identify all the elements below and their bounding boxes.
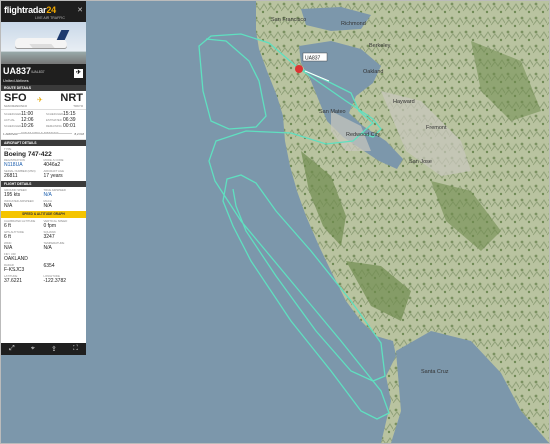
airline-logo-icon: ✈ [74,69,83,78]
field-squawk: SQUAWK 3247 [43,230,56,240]
map-label-san-francisco: San Francisco [271,17,306,23]
flightradar24-window: UA837 San Francisco Oakland San Mateo Sa… [0,0,550,444]
field-fir: FIR / UIR OAKLAND [4,252,28,262]
aircraft-photo[interactable] [1,22,86,64]
route-summary: SFO ✈ NRT SAN FRANCISCO TOKYO [1,91,86,110]
close-icon[interactable]: ✕ [77,6,83,14]
map-label-oakland: Oakland [363,69,384,75]
aircraft-photo-wing [29,44,55,48]
destination-code[interactable]: NRT [60,92,83,104]
map-label-santa-cruz: Santa Cruz [421,369,449,375]
brand-tagline: LIVE AIR TRAFFIC [35,16,65,20]
flight-header: UA837 /UAL837 United Airlines ✈ [1,64,86,85]
progress-right: 8,2 KM [74,132,84,136]
flightradar24-logo[interactable]: flightradar24 [4,5,56,15]
field-radar-id: 6354 [43,263,55,269]
speed-altitude-graph-button[interactable]: SPEED & ALTITUDE GRAPH [1,211,86,218]
map-label-richmond: Richmond [341,21,366,27]
field-wind: WIND N/A [4,241,13,251]
center-map-icon[interactable]: ⌖ [31,345,35,353]
field-gps-altitude: GPS ALTITUDE 6 ft [4,230,24,240]
share-icon[interactable]: ⇪ [51,345,57,353]
field-blank [44,252,84,263]
flight-progress: 1 ARRIVAL GREAT CIRCLE DISTANCE 8,2 KM [1,130,86,140]
field-mode-s: MODE-S CODE 4046a2 [43,158,64,168]
aircraft-marker-label: UA837 [305,56,321,62]
map-label-berkeley: Berkeley [369,43,391,49]
flight-callsign: /UAL837 [31,70,45,74]
field-true-airspeed[interactable]: TRUE AIRSPEED N/A [44,188,84,199]
field-registration[interactable]: REGISTRATION N118UA [4,158,44,169]
progress-bar [15,133,72,134]
map-label-san-jose: San Jose [409,159,432,165]
flight-info-panel: flightradar24 LIVE AIR TRAFFIC ✕ UA837 /… [1,1,86,355]
panel-footer-toolbar: ⤢ ⌖ ⇪ ⛶ [1,343,86,355]
field-indicated-airspeed: INDICATED AIRSPEED N/A [4,199,34,209]
field-age: AIRCRAFT AGE 17 years [43,169,64,179]
airline-name: United Airlines [3,78,29,83]
aircraft-fields: REGISTRATION N118UA MODE-S CODE 4046a2 SER… [1,157,86,181]
field-calibrated-altitude: CALIBRATED ALTITUDE 6 ft [4,219,36,229]
fullscreen-icon[interactable]: ⛶ [73,345,78,353]
time-table: SCHEDULED 11:00 SCHEDULED 15:15 ACTUAL 12:0… [1,110,86,130]
field-temperature: TEMPERATURE N/A [43,241,65,251]
field-serial: SERIAL NUMBER (MSN) 26811 [4,169,36,179]
destination-city: TOKYO [73,104,83,108]
plane-icon: ✈ [37,97,43,104]
map-label-hayward: Hayward [393,99,415,105]
field-ground-speed: GROUND SPEED 195 kts [4,188,27,198]
flight-number: UA837 [3,66,32,76]
map-label-san-mateo: San Mateo [319,109,346,115]
map-label-redwood-city: Redwood City [346,132,380,138]
field-mach: MACH N/A [43,199,52,209]
field-latitude: LATITUDE 37.6221 [4,274,23,284]
field-vertical-speed: VERTICAL SPEED 0 fpm [43,219,68,229]
origin-code[interactable]: SFO [4,92,27,104]
aircraft-photo-tail [56,30,70,40]
aircraft-type: TYPE Boeing 747-422 [1,146,86,158]
flight-fields: GROUND SPEED 195 kts TRUE AIRSPEED N/A IND… [1,187,86,211]
flight-fields-2: CALIBRATED ALTITUDE 6 ft VERTICAL SPEED 0 … [1,218,86,286]
route-icon[interactable]: ⤢ [9,345,15,353]
map-label-fremont: Fremont [426,125,447,131]
origin-city: SAN FRANCISCO [4,104,27,108]
time-row: SCHEDULED 10:26 REMAINING 00:01 [4,123,76,129]
brand-bar: flightradar24 LIVE AIR TRAFFIC ✕ [1,1,86,22]
field-radar: RADAR F-KSJC3 [4,263,25,273]
field-longitude: LONGITUDE -122.3782 [43,274,67,284]
